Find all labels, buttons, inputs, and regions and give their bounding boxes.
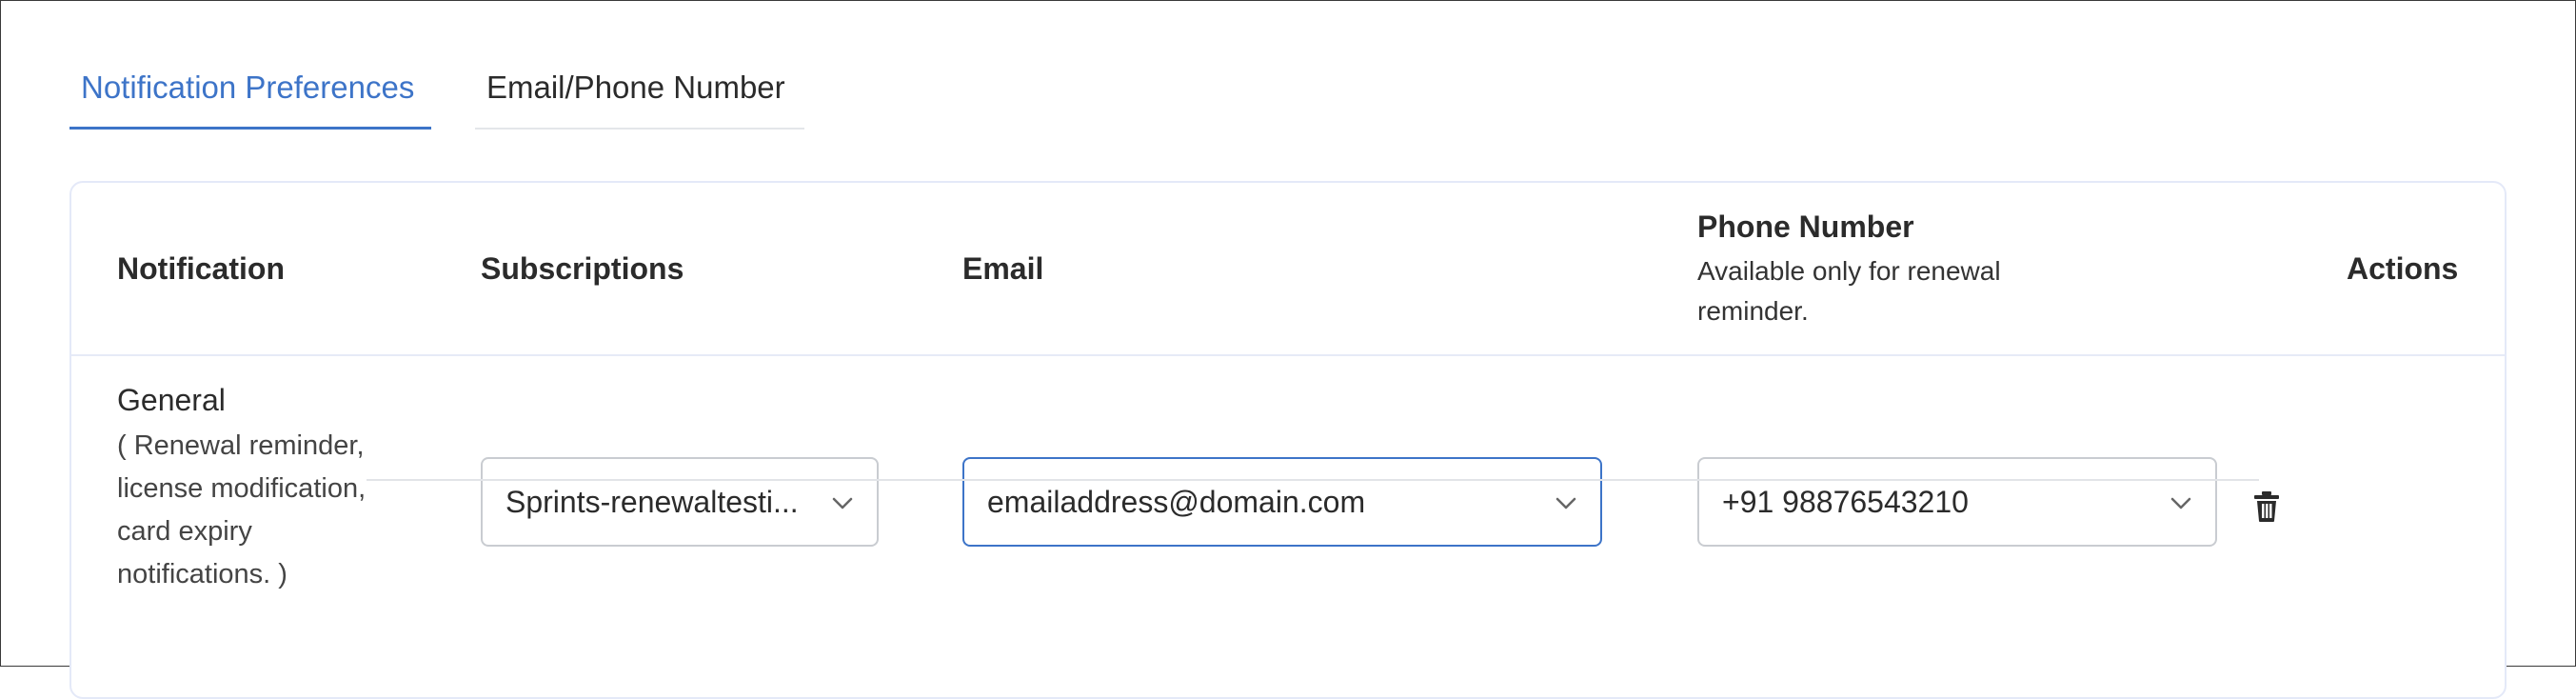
notification-title: General [117, 383, 226, 417]
chevron-down-icon [2170, 497, 2191, 509]
column-header-email: Email [962, 251, 1044, 286]
phone-number-note: Available only for renewal reminder. [1697, 256, 2001, 326]
column-header-phone-number: Phone Number [1697, 210, 1914, 244]
row-divider [367, 479, 2259, 481]
tab-email-phone-number[interactable]: Email/Phone Number [475, 58, 804, 130]
column-header-subscriptions: Subscriptions [481, 251, 684, 286]
trash-icon[interactable] [2251, 489, 2282, 524]
chevron-down-icon [1556, 497, 1576, 509]
subscription-select[interactable]: Sprints-renewaltesti... [481, 457, 879, 547]
subscription-select-value: Sprints-renewaltesti... [505, 484, 799, 519]
tab-label: Notification Preferences [81, 70, 415, 105]
column-header-actions: Actions [2347, 251, 2459, 286]
tab-bar: Notification Preferences Email/Phone Num… [69, 58, 804, 130]
table-header: Notification Subscriptions Email Phone N… [71, 183, 2505, 356]
window-frame: Notification Preferences Email/Phone Num… [0, 0, 2576, 699]
column-header-notification: Notification [117, 251, 285, 286]
chevron-down-icon [832, 497, 853, 509]
email-select[interactable]: emailaddress@domain.com [962, 457, 1602, 547]
email-select-value: emailaddress@domain.com [987, 484, 1366, 519]
notification-description: ( Renewal reminder, license modification… [117, 430, 367, 589]
notification-preferences-table: Notification Subscriptions Email Phone N… [69, 181, 2507, 699]
phone-number-select-value: +91 98876543210 [1722, 484, 1969, 519]
tab-notification-preferences[interactable]: Notification Preferences [69, 58, 431, 130]
phone-number-select[interactable]: +91 98876543210 [1697, 457, 2217, 547]
tab-label: Email/Phone Number [486, 70, 785, 105]
